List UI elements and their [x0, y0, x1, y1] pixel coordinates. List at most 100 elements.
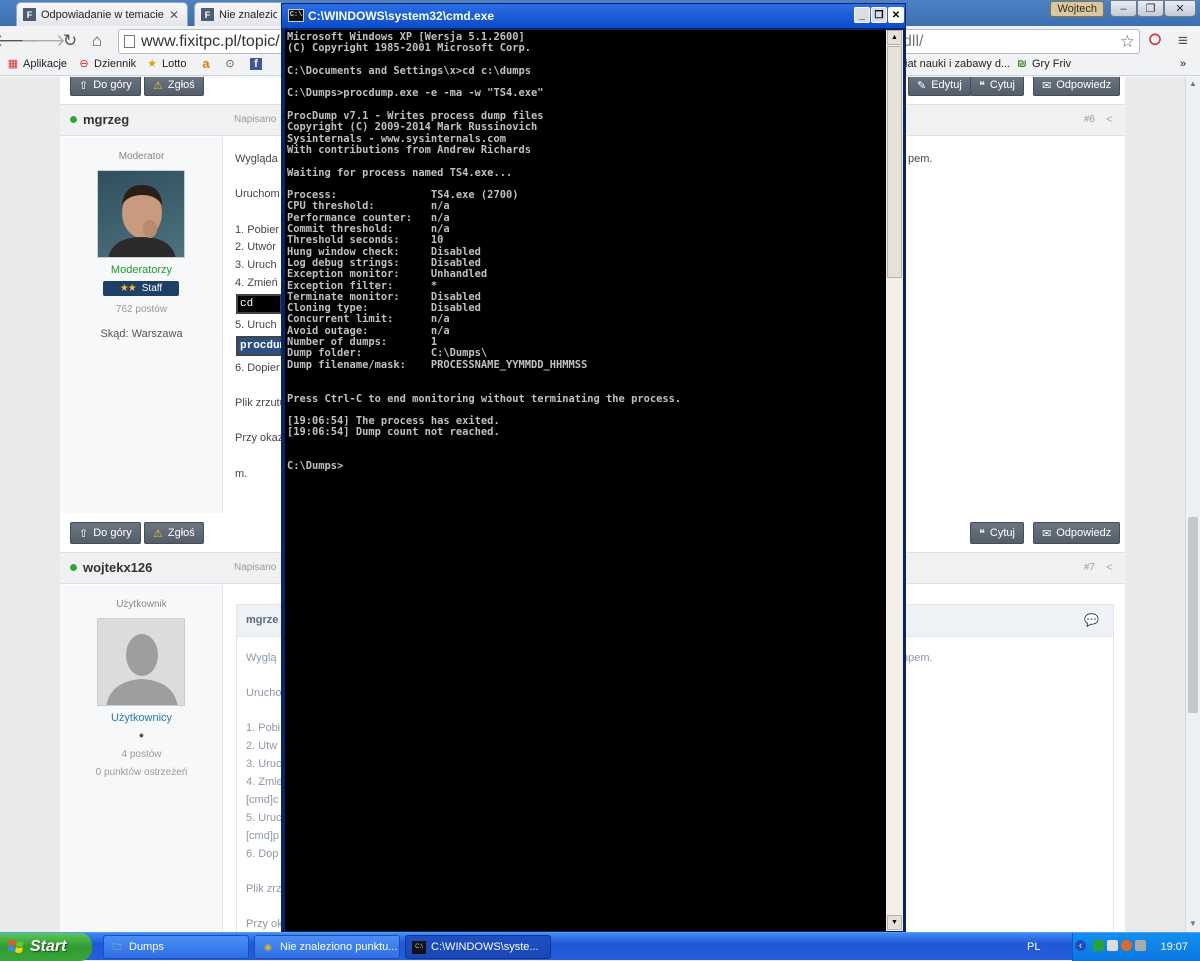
- quote-button[interactable]: ❝ Cytuj: [970, 77, 1024, 96]
- warning-icon: ⚠: [153, 79, 163, 92]
- task-cmd[interactable]: C:\ C:\WINDOWS\syste...: [405, 935, 551, 959]
- page-icon: [124, 35, 135, 48]
- scroll-up-icon[interactable]: ▲: [1186, 77, 1200, 91]
- volume-icon[interactable]: [1135, 940, 1146, 951]
- bookmark-gry-friv[interactable]: ₪ Gry Friv: [1016, 58, 1071, 70]
- cmd-scrollbar-thumb[interactable]: [887, 46, 902, 278]
- author-warnings: 0 punktów ostrzeżeń: [95, 767, 188, 778]
- avatar[interactable]: [97, 170, 185, 258]
- cmd-icon: C:\: [412, 940, 426, 954]
- tab-reply-topic[interactable]: F Odpowiadanie w temacie: Nie ✕: [16, 2, 188, 26]
- clock: 19:07: [1160, 941, 1188, 953]
- edit-icon: ✎: [917, 79, 927, 92]
- bookmark-facebook[interactable]: f: [250, 58, 266, 70]
- console-output[interactable]: Microsoft Windows XP [Wersja 5.1.2600] (…: [285, 30, 886, 931]
- tray-avast-icon[interactable]: [1121, 940, 1132, 951]
- cmd-title: C:\WINDOWS\system32\cmd.exe: [308, 9, 495, 23]
- quote-text-line: 4. Zmie: [246, 776, 283, 788]
- start-button[interactable]: Start: [0, 933, 92, 961]
- online-status-icon: [70, 116, 77, 123]
- online-status-icon: [70, 564, 77, 571]
- author-post-count: 762 postów: [115, 304, 168, 315]
- back-to-top-button[interactable]: ⇧ Do góry: [70, 522, 141, 544]
- windows-taskbar: Start 🗀 Dumps ◉ Nie znaleziono punktu... C…: [0, 932, 1200, 961]
- author-panel: Moderator Moderatorzy ★★ Staff 762 postów…: [60, 137, 223, 513]
- cmd-scroll-up-icon[interactable]: ▲: [887, 30, 902, 45]
- moderator-photo-icon: [108, 185, 176, 257]
- post-author[interactable]: mgrzeg: [83, 112, 129, 127]
- maximize-button[interactable]: ❐: [1137, 0, 1164, 17]
- author-panel: Użytkownik Użytkownicy ● 4 postów 0 punk…: [60, 585, 223, 932]
- cmd-scrollbar[interactable]: ▲ ▼: [886, 30, 903, 931]
- bookmark-amazon[interactable]: a: [200, 57, 216, 70]
- post-text-line: Wygląda: [235, 153, 278, 165]
- post-author[interactable]: wojtekx126: [83, 560, 152, 575]
- bookmark-circle[interactable]: ⊙: [224, 58, 240, 70]
- close-button[interactable]: ✕: [1164, 0, 1196, 17]
- home-button[interactable]: ⌂: [86, 30, 108, 52]
- author-role: Moderator: [118, 151, 165, 162]
- author-location: Skąd: Warszawa: [100, 328, 183, 340]
- report-button[interactable]: ⚠ Zgłoś: [144, 522, 204, 544]
- bookmark-apps[interactable]: ▦ Aplikacje: [7, 58, 67, 70]
- scroll-down-icon[interactable]: ▼: [1186, 917, 1200, 931]
- share-icon[interactable]: <: [1106, 112, 1113, 126]
- opera-extension-icon[interactable]: ⭘: [1144, 30, 1166, 52]
- network-icon[interactable]: [1107, 940, 1118, 951]
- bookmarks-overflow-icon[interactable]: »: [1180, 58, 1186, 70]
- minimize-button[interactable]: ‒: [1110, 0, 1137, 17]
- default-avatar-icon: [106, 634, 178, 705]
- scrollbar-thumb[interactable]: [1188, 517, 1198, 713]
- avatar[interactable]: [97, 618, 185, 706]
- quote-author: mgrze: [246, 614, 279, 626]
- back-to-top-button[interactable]: ⇧ Do góry: [70, 77, 141, 96]
- quote-button[interactable]: ❝ Cytuj: [970, 522, 1024, 544]
- edit-button[interactable]: ✎ Edytuj: [908, 77, 971, 96]
- fixitpc-favicon-icon: F: [23, 8, 36, 21]
- quote-text-line: Plik zrz: [246, 883, 282, 895]
- language-indicator[interactable]: PL: [1027, 941, 1040, 953]
- cmd-system-icon[interactable]: C:\: [288, 9, 304, 22]
- page-scrollbar[interactable]: ▲ ▼: [1185, 77, 1200, 932]
- post-text-line: Plik zrzutu: [235, 397, 286, 409]
- cmd-title-bar[interactable]: C:\ C:\WINDOWS\system32\cmd.exe _ ❐ ✕: [282, 4, 905, 28]
- cmd-close-button[interactable]: ✕: [888, 7, 904, 23]
- author-group: Moderatorzy: [110, 264, 173, 276]
- task-chrome[interactable]: ◉ Nie znaleziono punktu...: [254, 935, 400, 959]
- tray-expand-icon[interactable]: ‹: [1075, 940, 1086, 951]
- bookmark-lotto[interactable]: ★ Lotto: [146, 58, 186, 70]
- code-block: cd c:\d: [236, 294, 282, 326]
- menu-icon[interactable]: ≡: [1172, 30, 1194, 52]
- post-text-line: m.: [235, 468, 248, 480]
- quote-icon: ❝: [979, 79, 985, 92]
- reply-icon: ✉: [1042, 527, 1052, 540]
- reply-button[interactable]: ✉ Odpowiedz: [1033, 77, 1121, 96]
- forward-button[interactable]: 🡒: [20, 30, 66, 52]
- chrome-icon: ◉: [264, 941, 272, 952]
- bookmark-dziennik[interactable]: ⊖ Dziennik: [78, 58, 136, 70]
- apps-grid-icon: ▦: [7, 58, 19, 70]
- reply-button[interactable]: ✉ Odpowiedz: [1033, 522, 1121, 544]
- author-role: Użytkownik: [116, 599, 167, 610]
- cmd-minimize-button[interactable]: _: [854, 7, 870, 23]
- reload-button[interactable]: ↻: [59, 30, 81, 52]
- fixitpc-favicon-icon: F: [201, 8, 214, 21]
- quote-text-line: [cmd]p: [246, 830, 280, 842]
- report-button[interactable]: ⚠ Zgłoś: [144, 77, 204, 96]
- cmd-restore-button[interactable]: ❐: [871, 7, 887, 23]
- tab-not-found[interactable]: F Nie znaleziono: [194, 2, 286, 26]
- cmd-scroll-down-icon[interactable]: ▼: [887, 915, 902, 930]
- chrome-user-button[interactable]: Wojtech: [1050, 1, 1104, 17]
- post-text-line: 5. Uruch: [235, 319, 277, 331]
- tab-close-icon[interactable]: ✕: [169, 8, 179, 22]
- tab-label: Nie znaleziono: [219, 8, 277, 21]
- bookmark-star-icon[interactable]: ☆: [1120, 30, 1135, 53]
- post-number[interactable]: #7: [1084, 562, 1095, 573]
- bookmark-nauki[interactable]: iat nauki i zabawy d...: [905, 58, 1010, 70]
- share-icon[interactable]: <: [1106, 560, 1113, 574]
- cmd-window: C:\ C:\WINDOWS\system32\cmd.exe _ ❐ ✕ Mi…: [281, 3, 906, 934]
- quote-icon: ❝: [979, 527, 985, 540]
- tray-app-icon[interactable]: [1093, 940, 1104, 951]
- post-number[interactable]: #6: [1084, 114, 1095, 125]
- task-dumps-folder[interactable]: 🗀 Dumps: [103, 935, 249, 959]
